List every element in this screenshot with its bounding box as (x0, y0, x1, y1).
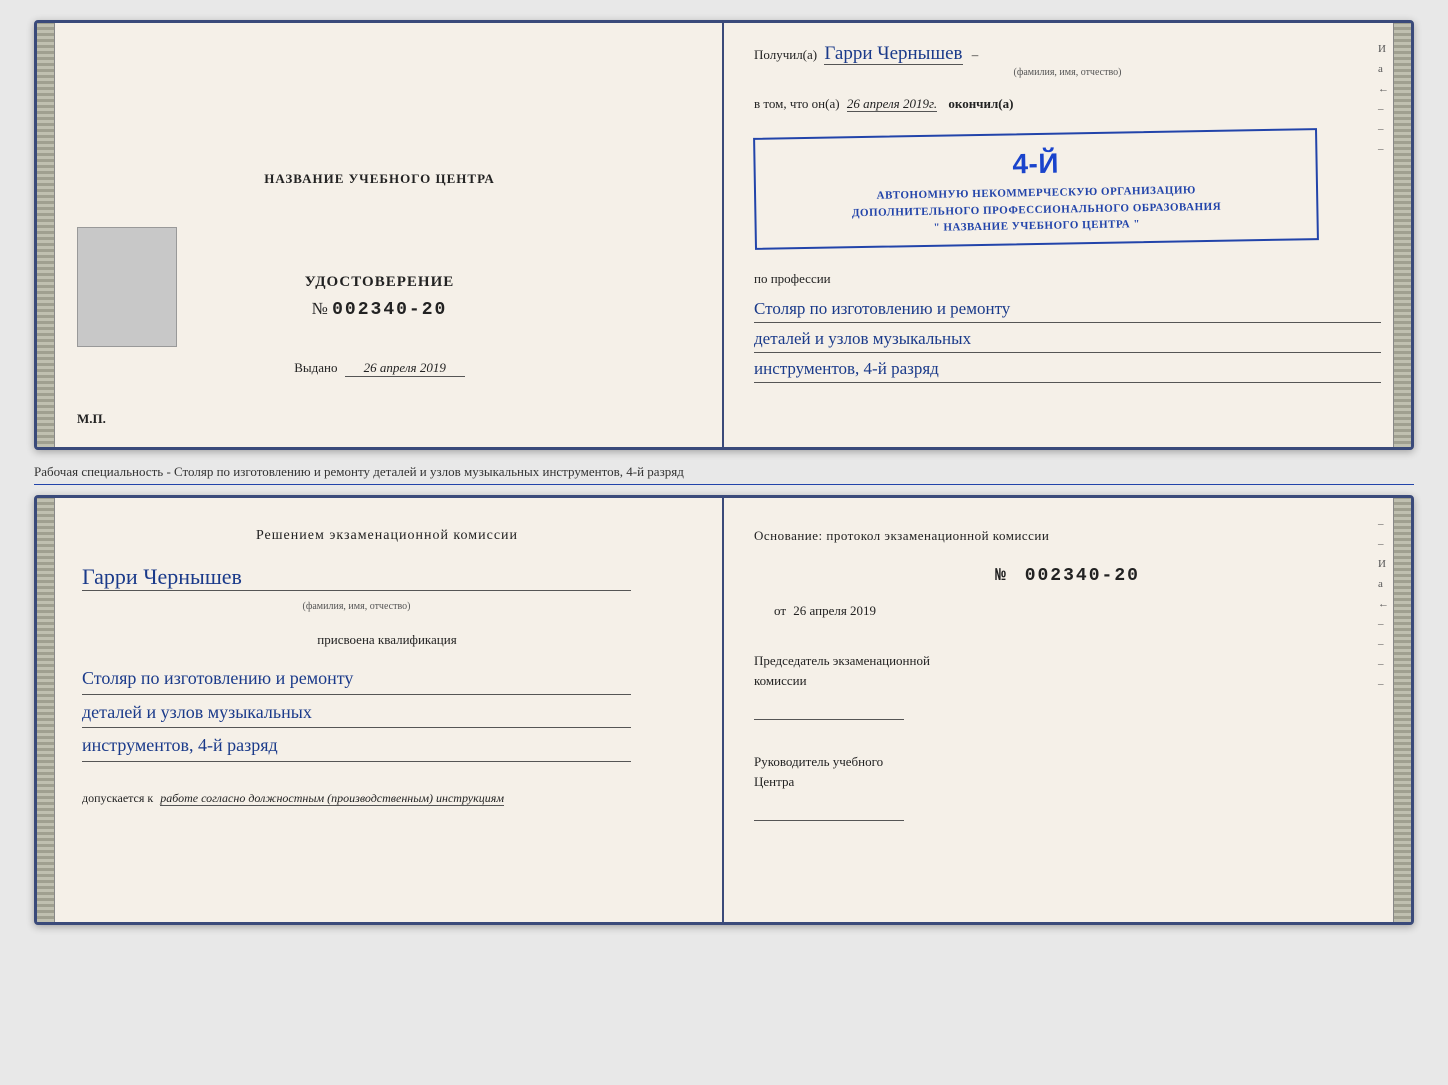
document-bottom: Решением экзаменационной комиссии Гарри … (34, 495, 1414, 925)
stamp-line1: АВТОНОМНУЮ НЕКОММЕРЧЕСКУЮ ОРГАНИЗАЦИЮ (876, 184, 1195, 202)
right-decorative-strip-2 (1393, 498, 1411, 922)
chairman-line2: комиссии (754, 673, 807, 688)
admission-prefix: допускается к (82, 791, 153, 805)
photo-placeholder (77, 227, 177, 347)
decision-text: Решением экзаменационной комиссии (82, 528, 692, 544)
right-chars: И а ← – – – (1378, 43, 1389, 155)
doc-top-left: НАЗВАНИЕ УЧЕБНОГО ЦЕНТРА УДОСТОВЕРЕНИЕ №… (37, 23, 724, 447)
protocol-date-line: от 26 апреля 2019 (774, 603, 1381, 619)
director-label: Руководитель учебного Центра (754, 752, 1381, 821)
director-line2: Центра (754, 774, 794, 789)
cert-number-prefix: № (312, 299, 328, 318)
name-subtitle: (фамилия, имя, отчество) (82, 601, 631, 612)
date-value: 26 апреля 2019 (793, 603, 876, 618)
received-prefix: Получил(а) (754, 47, 817, 62)
profession-value: Столяр по изготовлению и ремонту деталей… (754, 295, 1381, 386)
cert-title: УДОСТОВЕРЕНИЕ (305, 274, 455, 291)
institution-title: НАЗВАНИЕ УЧЕБНОГО ЦЕНТРА (264, 170, 495, 188)
doc-top-right: Получил(а) Гарри Чернышев – (фамилия, им… (724, 23, 1411, 447)
stamp-line2: ДОПОЛНИТЕЛЬНОГО ПРОФЕССИОНАЛЬНОГО ОБРАЗО… (852, 200, 1221, 218)
chairman-line1: Председатель экзаменационной (754, 653, 930, 668)
received-subtitle: (фамилия, имя, отчество) (754, 67, 1381, 78)
left-decorative-strip (37, 23, 55, 447)
profession-label: по профессии (754, 271, 1381, 287)
document-top: НАЗВАНИЕ УЧЕБНОГО ЦЕНТРА УДОСТОВЕРЕНИЕ №… (34, 20, 1414, 450)
basis-text: Основание: протокол экзаменационной коми… (754, 528, 1381, 544)
qualification-value: Столяр по изготовлению и ремонту деталей… (82, 663, 631, 764)
qual-line2: деталей и узлов музыкальных (82, 697, 631, 729)
admission-text: допускается к работе согласно должностны… (82, 789, 504, 807)
stamp-line3: " НАЗВАНИЕ УЧЕБНОГО ЦЕНТРА " (933, 218, 1140, 234)
profession-line1: Столяр по изготовлению и ремонту (754, 295, 1381, 323)
right-decorative-strip (1393, 23, 1411, 447)
profession-line2: деталей и узлов музыкальных (754, 325, 1381, 353)
received-name: Гарри Чернышев (824, 43, 962, 65)
doc-bottom-right: Основание: протокол экзаменационной коми… (724, 498, 1411, 922)
admission-italic: работе согласно должностным (производств… (160, 791, 504, 806)
date-prefix: от (774, 603, 786, 618)
finished-label: окончил(а) (948, 96, 1013, 111)
page-wrapper: НАЗВАНИЕ УЧЕБНОГО ЦЕНТРА УДОСТОВЕРЕНИЕ №… (34, 20, 1414, 925)
qualification-label: присвоена квалификация (82, 632, 692, 648)
doc-bottom-left: Решением экзаменационной комиссии Гарри … (37, 498, 724, 922)
dash-1: – (972, 47, 979, 62)
profession-line3: инструментов, 4-й разряд (754, 355, 1381, 383)
issued-label: Выдано (294, 360, 337, 375)
cert-number-line: № 002340-20 (312, 299, 448, 320)
cert-issued-line: Выдано 26 апреля 2019 (106, 360, 654, 377)
in-that-line: в том, что он(а) 26 апреля 2019г. окончи… (754, 96, 1381, 112)
issued-date: 26 апреля 2019 (345, 360, 465, 377)
cert-number: 002340-20 (332, 300, 447, 320)
director-line1: Руководитель учебного (754, 754, 883, 769)
left-decorative-strip-2 (37, 498, 55, 922)
completion-date: 26 апреля 2019г. (847, 96, 937, 112)
stamp-box: 4-й АВТОНОМНУЮ НЕКОММЕРЧЕСКУЮ ОРГАНИЗАЦИ… (753, 128, 1319, 249)
protocol-number: 002340-20 (1025, 566, 1140, 586)
chairman-signature (754, 700, 904, 720)
director-signature (754, 801, 904, 821)
qual-line3: инструментов, 4-й разряд (82, 730, 631, 762)
mp-label: М.П. (77, 411, 106, 427)
qual-line1: Столяр по изготовлению и ремонту (82, 663, 631, 695)
protocol-prefix: № (995, 566, 1008, 586)
specialty-label: Рабочая специальность - Столяр по изгото… (34, 460, 1414, 485)
received-line: Получил(а) Гарри Чернышев – (фамилия, им… (754, 43, 1381, 78)
chairman-label: Председатель экзаменационной комиссии (754, 651, 1381, 720)
right-chars-bottom: – – И а ← – – – – (1378, 518, 1389, 690)
stamp-big-text: 4-й (767, 138, 1304, 189)
in-that-prefix: в том, что он(а) (754, 96, 840, 111)
person-name-large: Гарри Чернышев (82, 564, 631, 591)
protocol-number-line: № 002340-20 (754, 566, 1381, 586)
